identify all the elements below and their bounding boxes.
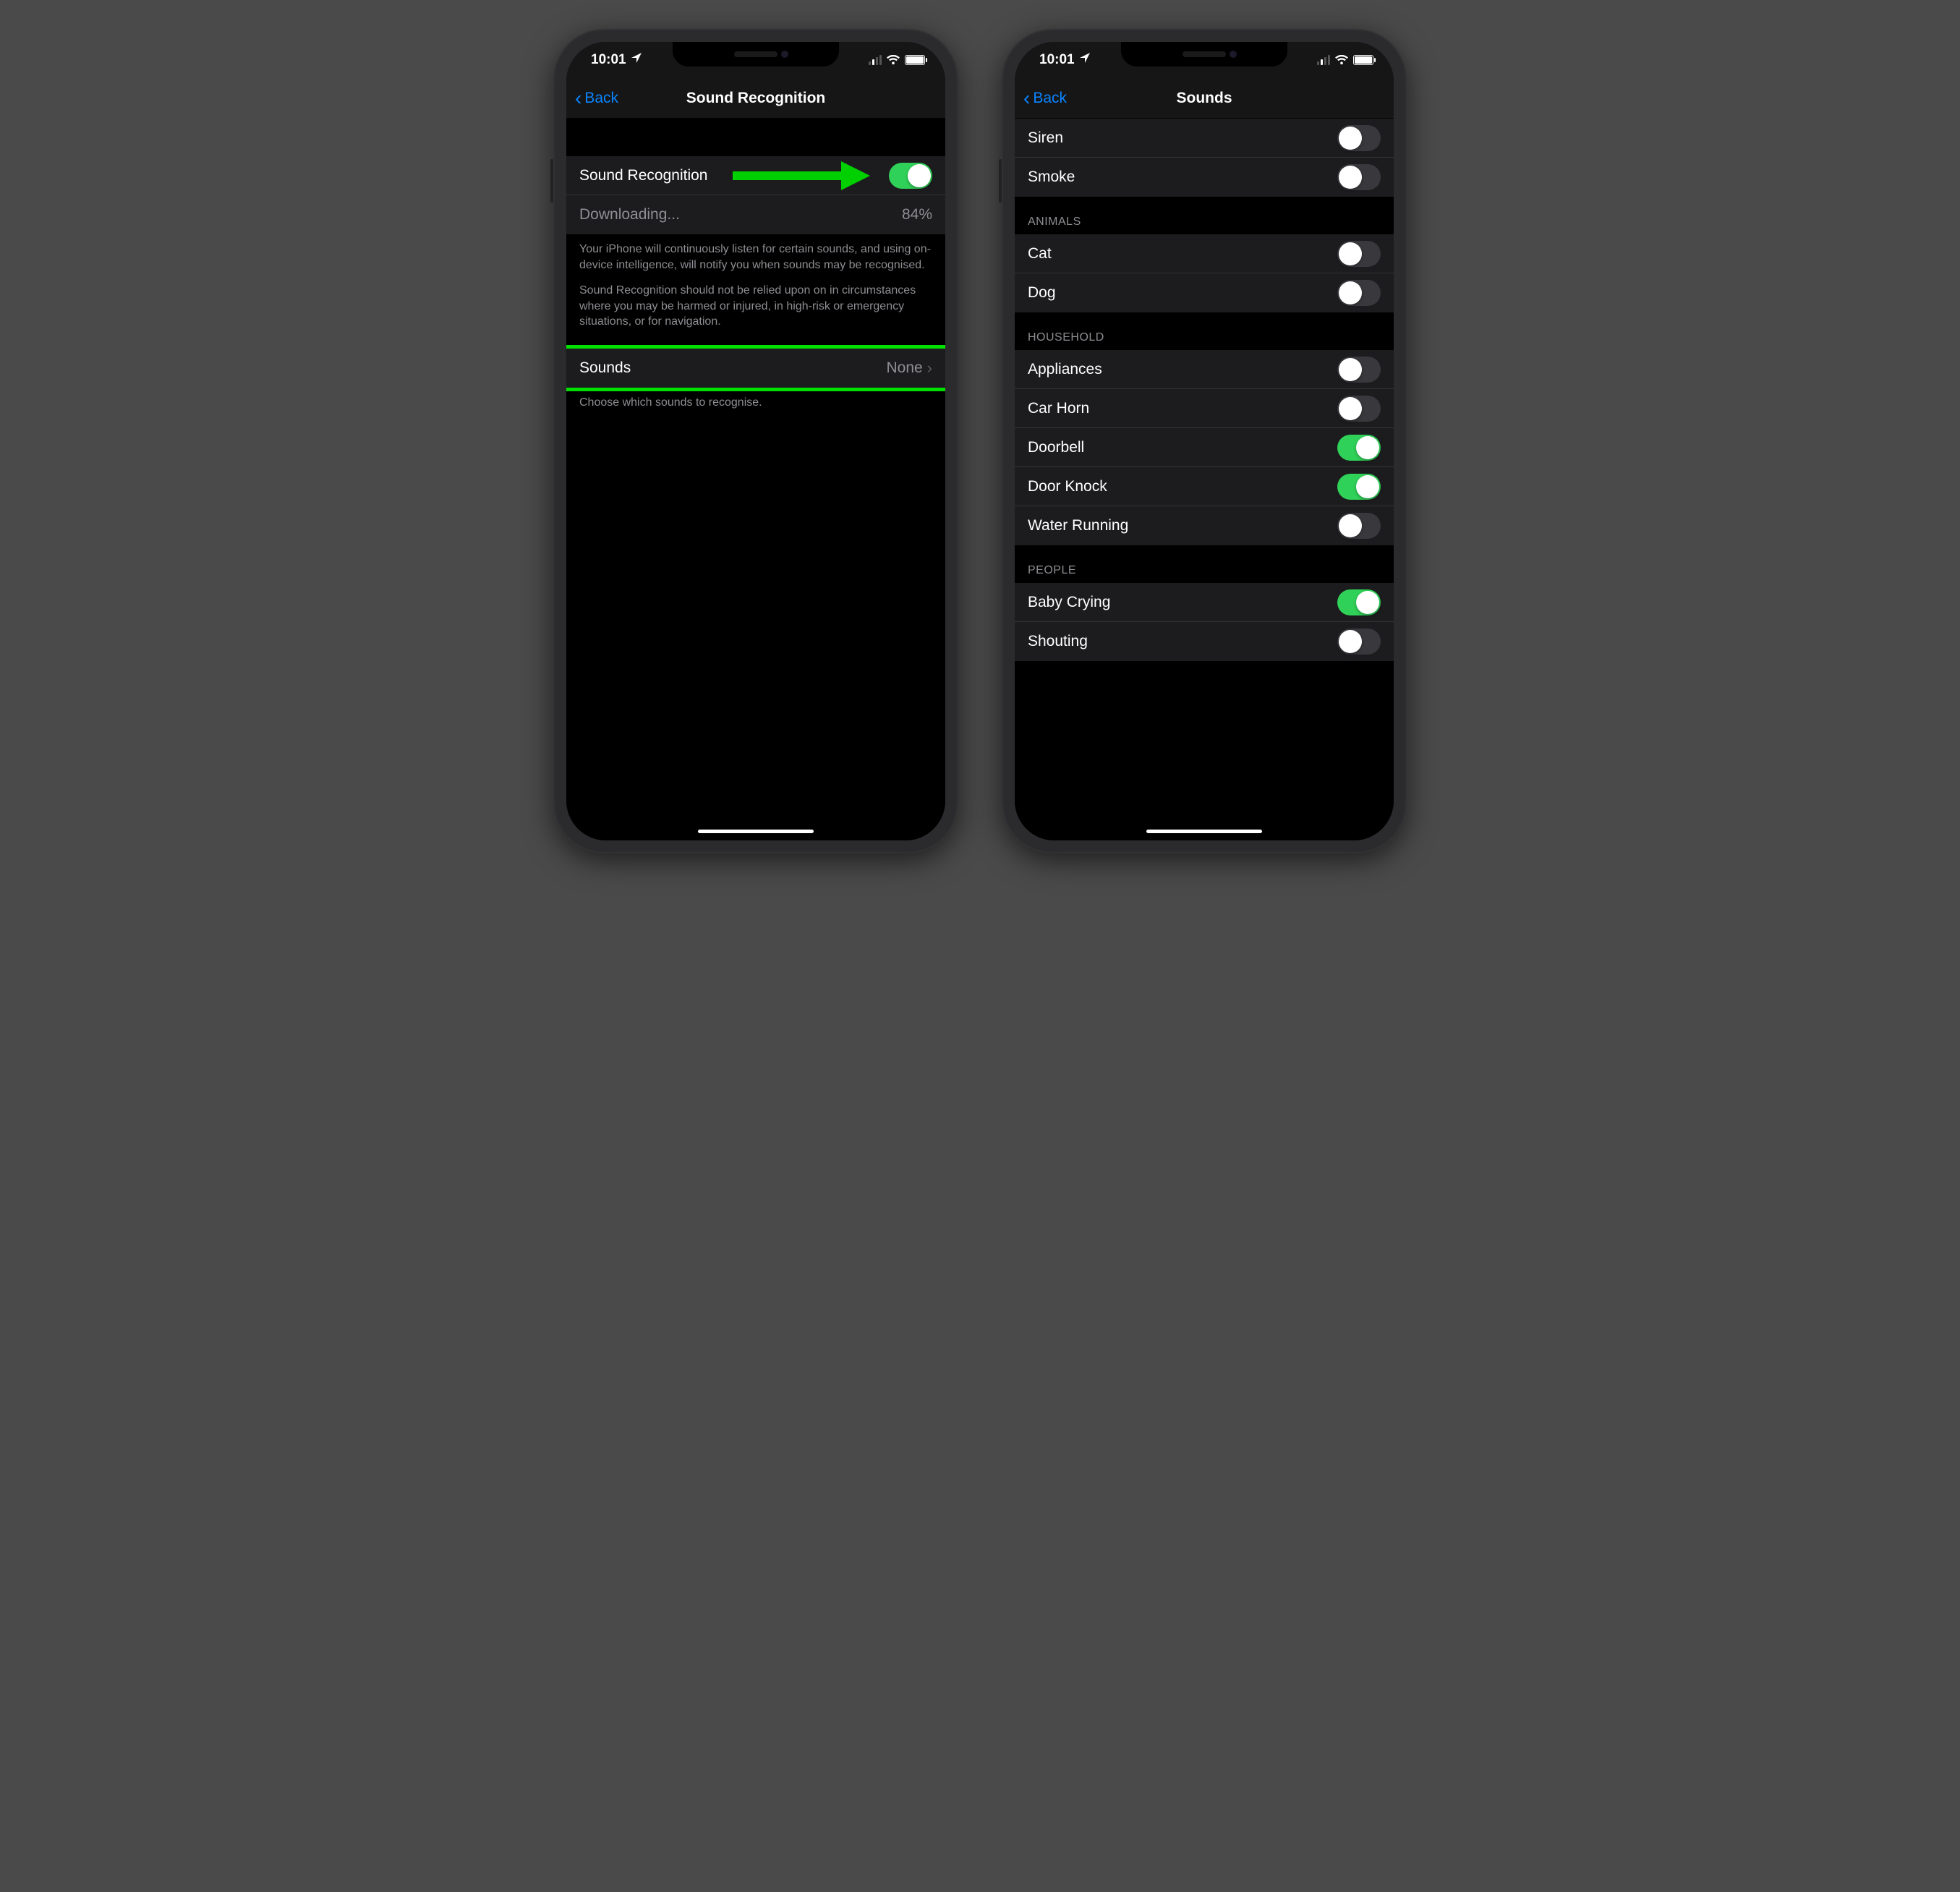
row-label: Car Horn — [1028, 400, 1089, 417]
status-time: 10:01 — [591, 52, 626, 68]
phone-left: 10:01 ‹ Back Sound Recognition — [553, 29, 958, 853]
downloading-row: Downloading... 84% — [566, 195, 945, 234]
page-title: Sounds — [1015, 90, 1394, 107]
sound-shouting-row[interactable]: Shouting — [1015, 622, 1394, 661]
status-time: 10:01 — [1039, 52, 1075, 68]
sound-cat-row[interactable]: Cat — [1015, 234, 1394, 273]
page-title: Sound Recognition — [566, 90, 945, 107]
sound-water-running-toggle[interactable] — [1337, 513, 1381, 539]
sound-car-horn-row[interactable]: Car Horn — [1015, 389, 1394, 428]
back-button[interactable]: ‹ Back — [1015, 88, 1067, 108]
download-label: Downloading... — [579, 206, 680, 223]
sound-smoke-toggle[interactable] — [1337, 164, 1381, 190]
back-label: Back — [584, 90, 618, 107]
annotation-arrow-icon — [733, 166, 870, 185]
row-label: Cat — [1028, 245, 1052, 263]
battery-icon — [1353, 55, 1373, 65]
location-services-icon — [631, 52, 642, 68]
sound-doorbell-row[interactable]: Doorbell — [1015, 428, 1394, 467]
section-header-animals: ANIMALS — [1015, 197, 1394, 234]
back-label: Back — [1033, 90, 1067, 107]
home-indicator[interactable] — [1146, 830, 1262, 833]
sound-door-knock-toggle[interactable] — [1337, 474, 1381, 500]
footer-description-2: Sound Recognition should not be relied u… — [566, 273, 945, 349]
sound-baby-crying-row[interactable]: Baby Crying — [1015, 583, 1394, 622]
chevron-right-icon: › — [927, 359, 932, 378]
wifi-icon — [886, 55, 900, 65]
row-label: Baby Crying — [1028, 594, 1110, 611]
sound-car-horn-toggle[interactable] — [1337, 396, 1381, 422]
row-label: Siren — [1028, 129, 1063, 147]
row-label: Door Knock — [1028, 478, 1107, 495]
battery-icon — [905, 55, 925, 65]
row-label: Doorbell — [1028, 439, 1084, 456]
row-label: Shouting — [1028, 633, 1088, 650]
sound-appliances-row[interactable]: Appliances — [1015, 350, 1394, 389]
back-button[interactable]: ‹ Back — [566, 88, 618, 108]
sound-smoke-row[interactable]: Smoke — [1015, 158, 1394, 197]
footer-description-1: Your iPhone will continuously listen for… — [566, 234, 945, 273]
home-indicator[interactable] — [698, 830, 814, 833]
sound-cat-toggle[interactable] — [1337, 241, 1381, 267]
location-services-icon — [1079, 52, 1091, 68]
sound-dog-toggle[interactable] — [1337, 280, 1381, 306]
section-header-household: HOUSEHOLD — [1015, 312, 1394, 350]
wifi-icon — [1334, 55, 1349, 65]
chevron-left-icon: ‹ — [575, 88, 581, 108]
row-label: Appliances — [1028, 361, 1102, 378]
download-percentage: 84% — [902, 206, 932, 223]
chevron-left-icon: ‹ — [1023, 88, 1030, 108]
sound-recognition-toggle[interactable] — [889, 163, 932, 189]
navigation-bar: ‹ Back Sound Recognition — [566, 78, 945, 119]
row-label: Smoke — [1028, 169, 1075, 186]
sounds-value: None — [886, 359, 922, 377]
notch — [673, 42, 839, 67]
cellular-signal-icon — [869, 55, 882, 65]
annotation-highlight: Sounds None › — [566, 345, 945, 391]
sound-recognition-toggle-row[interactable]: Sound Recognition — [566, 156, 945, 195]
cellular-signal-icon — [1317, 55, 1330, 65]
sound-appliances-toggle[interactable] — [1337, 357, 1381, 383]
sound-doorbell-toggle[interactable] — [1337, 435, 1381, 461]
sound-door-knock-row[interactable]: Door Knock — [1015, 467, 1394, 506]
sound-baby-crying-toggle[interactable] — [1337, 589, 1381, 615]
navigation-bar: ‹ Back Sounds — [1015, 78, 1394, 119]
row-label: Sounds — [579, 359, 631, 377]
row-label: Water Running — [1028, 517, 1128, 534]
sound-siren-toggle[interactable] — [1337, 125, 1381, 151]
sound-siren-row[interactable]: Siren — [1015, 119, 1394, 158]
phone-right: 10:01 ‹ Back Sounds Siren Smoke ANIMALS Cat… — [1002, 29, 1407, 853]
sounds-row[interactable]: Sounds None › — [566, 349, 945, 388]
row-label: Dog — [1028, 284, 1056, 302]
row-label: Sound Recognition — [579, 167, 707, 184]
notch — [1121, 42, 1287, 67]
sound-water-running-row[interactable]: Water Running — [1015, 506, 1394, 545]
sound-dog-row[interactable]: Dog — [1015, 273, 1394, 312]
section-header-people: PEOPLE — [1015, 545, 1394, 583]
sound-shouting-toggle[interactable] — [1337, 628, 1381, 655]
